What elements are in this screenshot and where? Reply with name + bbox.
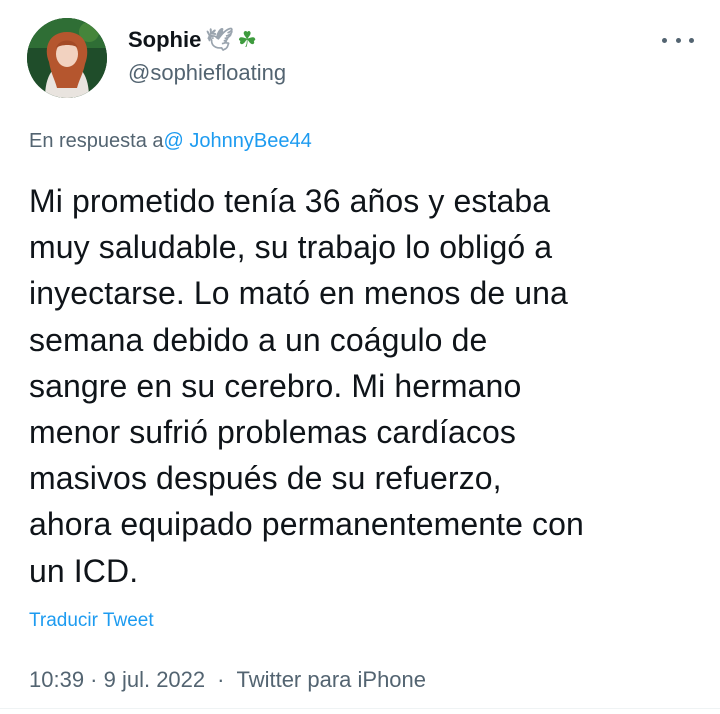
tweet-line: un ICD. <box>29 552 139 589</box>
author-display-name[interactable]: Sophie 🕊 ☘ <box>128 27 257 53</box>
display-name-text: Sophie <box>128 27 202 52</box>
tweet-text: Mi prometido tenía 36 años y estaba muy … <box>29 178 699 594</box>
reply-to-handle[interactable]: @ JohnnyBee44 <box>164 130 312 152</box>
more-dot <box>662 37 667 43</box>
avatar[interactable] <box>27 18 107 98</box>
tweet-line: semana debido a un coágulo de <box>29 321 488 358</box>
tweet-line: menor sufrió problemas cardíacos <box>29 414 516 451</box>
tweet-timestamp[interactable]: 10:39 · 9 jul. 2022 <box>29 666 205 694</box>
meta-separator: · <box>217 667 225 692</box>
avatar-image <box>27 18 107 98</box>
tweet-line: inyectarse. Lo mató en menos de una <box>29 275 568 312</box>
divider <box>0 708 720 709</box>
more-dot <box>689 37 694 43</box>
tweet-line: Mi prometido tenía 36 años y estaba <box>29 183 551 219</box>
author-handle[interactable]: @sophiefloating <box>128 60 286 86</box>
more-options-icon[interactable] <box>662 30 694 50</box>
tweet-metadata: 10:39 · 9 jul. 2022 · Twitter para iPhon… <box>29 666 426 694</box>
reply-context: En respuesta a@ JohnnyBee44 <box>29 129 312 153</box>
shamrock-icon: ☘ <box>237 27 258 52</box>
dove-icon: 🕊 <box>205 27 234 52</box>
tweet-source[interactable]: Twitter para iPhone <box>236 666 426 694</box>
tweet-line: muy saludable, su trabajo lo obligó a <box>29 229 553 266</box>
tweet-card: Sophie 🕊 ☘ @sophiefloating En respuesta … <box>0 0 720 714</box>
reply-prefix: En respuesta a <box>29 130 164 152</box>
translate-tweet-link[interactable]: Traducir Tweet <box>29 609 154 633</box>
tweet-line: ahora equipado permanentemente con <box>29 506 584 543</box>
more-dot <box>675 37 681 43</box>
tweet-line: masivos después de su refuerzo, <box>29 460 502 497</box>
tweet-line: sangre en su cerebro. Mi hermano <box>29 367 522 404</box>
